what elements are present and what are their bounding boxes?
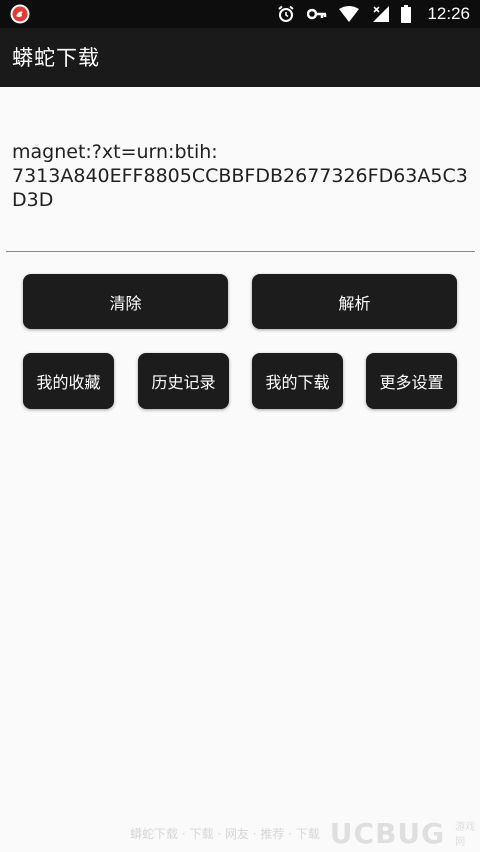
clear-button-label: 清除 bbox=[109, 293, 142, 313]
magnet-link-input[interactable]: magnet:?xt=urn:btih: 7313A840EFF8805CCBB… bbox=[6, 138, 475, 252]
app-title: 蟒蛇下载 bbox=[12, 46, 100, 70]
alarm-icon bbox=[277, 5, 295, 23]
favorites-button[interactable]: 我的收藏 bbox=[23, 353, 114, 409]
history-button-label: 历史记录 bbox=[151, 373, 216, 392]
watermark: 蟒蛇下载 · 下载 · 网友 · 推荐 · 下载 UCBUG 游戏网 bbox=[130, 816, 480, 850]
clear-button[interactable]: 清除 bbox=[23, 274, 228, 329]
watermark-logo: UCBUG bbox=[329, 816, 446, 850]
watermark-suffix: 游戏网 bbox=[455, 822, 476, 848]
key-icon bbox=[307, 7, 327, 21]
magnet-link-value[interactable]: magnet:?xt=urn:btih: 7313A840EFF8805CCBB… bbox=[12, 140, 474, 212]
signal-icon bbox=[371, 5, 390, 23]
app-bar: 蟒蛇下载 bbox=[0, 28, 480, 87]
settings-button-label: 更多设置 bbox=[379, 373, 444, 392]
status-icons: 12:26 bbox=[277, 0, 470, 28]
history-button[interactable]: 历史记录 bbox=[138, 353, 229, 409]
watermark-text: 蟒蛇下载 · 下载 · 网友 · 推荐 · 下载 bbox=[130, 826, 320, 841]
battery-icon bbox=[401, 5, 412, 23]
parse-button[interactable]: 解析 bbox=[252, 274, 457, 329]
settings-button[interactable]: 更多设置 bbox=[366, 353, 457, 409]
wifi-icon bbox=[339, 6, 360, 22]
status-bar: 12:26 bbox=[0, 0, 480, 28]
app-notification-icon bbox=[10, 4, 30, 24]
downloads-button-label: 我的下载 bbox=[265, 373, 330, 392]
app-screen: 12:26 蟒蛇下载 magnet:?xt=urn:btih: 7313A840… bbox=[0, 0, 480, 852]
favorites-button-label: 我的收藏 bbox=[36, 373, 101, 392]
status-time: 12:26 bbox=[427, 4, 470, 23]
downloads-button[interactable]: 我的下载 bbox=[252, 353, 343, 409]
parse-button-label: 解析 bbox=[338, 293, 371, 313]
